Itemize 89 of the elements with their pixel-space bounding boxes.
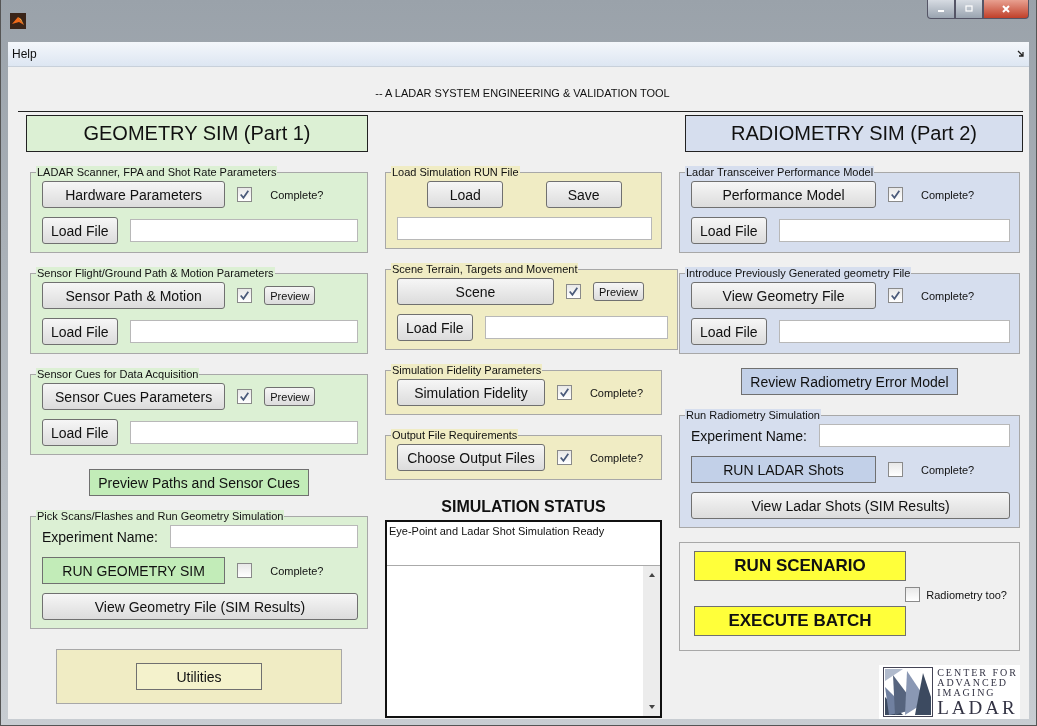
scroll-up-icon[interactable] (647, 572, 656, 578)
checkbox-label: Complete? (270, 564, 324, 577)
action-button[interactable]: View Geometry File (SIM Results) (42, 593, 358, 620)
checkbox[interactable] (237, 288, 253, 303)
checkbox-label: Complete? (589, 451, 644, 464)
action-button[interactable]: Load File (691, 217, 767, 244)
section-header: GEOMETRY SIM (Part 1) (26, 115, 368, 152)
action-button[interactable]: Utilities (136, 663, 262, 690)
input-field[interactable] (129, 320, 358, 343)
maximize-button[interactable] (955, 0, 983, 19)
logo-text: LADAR (937, 697, 1018, 717)
action-button[interactable]: Performance Model (691, 181, 876, 208)
panel-title: Introduce Previously Generated geometry File (685, 267, 912, 279)
status-title: SIMULATION STATUS (440, 498, 607, 516)
panel-title: Pick Scans/Flashes and Run Geometry Simulation (36, 510, 285, 522)
action-button[interactable]: Preview Paths and Sensor Cues (89, 469, 309, 496)
action-button[interactable]: Load File (691, 318, 767, 345)
panel-title: Output File Requirements (391, 429, 519, 441)
panel-title: Sensor Cues for Data Acquisition (36, 368, 200, 380)
checkbox[interactable] (888, 288, 903, 303)
checkbox[interactable] (888, 187, 903, 202)
checkbox-label: Complete? (921, 188, 975, 201)
action-button[interactable]: Sensor Path & Motion (42, 282, 226, 309)
action-button[interactable]: Load (427, 181, 504, 208)
action-button[interactable]: Review Radiometry Error Model (741, 368, 958, 395)
preview-button[interactable]: Preview (264, 286, 316, 305)
menu-item[interactable]: Help (12, 47, 37, 61)
action-button[interactable]: View Geometry File (691, 282, 876, 309)
checkbox[interactable] (905, 587, 921, 602)
field-label: Experiment Name: (42, 528, 158, 545)
checkbox[interactable] (556, 385, 572, 400)
panel-title: Load Simulation RUN File (391, 166, 520, 178)
checkbox-label: Complete? (589, 386, 644, 399)
action-button[interactable]: Hardware Parameters (42, 181, 226, 208)
input-field[interactable] (129, 421, 358, 444)
subtitle: -- A LADAR SYSTEM ENGINEERING & VALIDATION TOOL (374, 86, 671, 101)
checkbox-label: Complete? (270, 188, 324, 201)
input-field[interactable] (778, 320, 1010, 343)
checkbox[interactable] (237, 389, 253, 404)
checkbox[interactable] (888, 462, 903, 477)
action-button[interactable]: View Ladar Shots (SIM Results) (691, 492, 1010, 519)
scrollbar[interactable] (643, 566, 660, 716)
arrow-icon[interactable] (1017, 50, 1025, 58)
maximize-icon (964, 4, 974, 14)
preview-button[interactable]: Preview (592, 282, 645, 301)
input-field[interactable] (778, 219, 1010, 242)
action-button[interactable]: Scene (397, 278, 554, 305)
panel-title: Simulation Fidelity Parameters (391, 364, 543, 376)
checkbox-label: Complete? (921, 463, 975, 476)
input-field[interactable] (397, 217, 652, 240)
preview-button[interactable]: Preview (264, 387, 316, 406)
checkbox[interactable] (237, 187, 253, 202)
run-button[interactable]: RUN SCENARIO (694, 551, 906, 581)
scroll-down-icon[interactable] (647, 704, 656, 710)
field-label: Experiment Name: (691, 427, 807, 444)
action-button[interactable]: Load File (42, 217, 118, 244)
action-button[interactable]: Load File (42, 419, 118, 446)
input-field[interactable] (818, 424, 1010, 447)
action-button[interactable]: Sensor Cues Parameters (42, 383, 226, 410)
checkbox[interactable] (237, 563, 253, 578)
input-field[interactable] (484, 316, 668, 339)
panel-title: LADAR Scanner, FPA and Shot Rate Parameters (36, 166, 278, 178)
checkbox-label: Complete? (921, 289, 975, 302)
checkbox[interactable] (565, 284, 581, 299)
panel-title: Ladar Transceiver Performance Model (685, 166, 875, 178)
action-button[interactable]: Load File (42, 318, 118, 345)
action-button[interactable]: Choose Output Files (397, 444, 545, 471)
input-field[interactable] (129, 219, 358, 242)
minimize-button[interactable] (927, 0, 955, 19)
close-button[interactable] (983, 0, 1029, 19)
panel-title: Run Radiometry Simulation (685, 409, 821, 421)
logo-text: ADVANCED (937, 677, 1009, 688)
input-field[interactable] (169, 525, 358, 548)
close-icon (1001, 4, 1011, 14)
status-message: Eye-Point and Ladar Shot Simulation Ready (387, 522, 660, 566)
section-header: RADIOMETRY SIM (Part 2) (685, 115, 1023, 152)
logo-text: IMAGING (937, 687, 997, 698)
batch-button[interactable]: EXECUTE BATCH (694, 606, 906, 636)
panel-title: Sensor Flight/Ground Path & Motion Parameters (36, 267, 275, 279)
action-button[interactable]: RUN GEOMETRY SIM (42, 557, 226, 584)
checkbox[interactable] (556, 450, 572, 465)
action-button[interactable]: Simulation Fidelity (397, 379, 545, 406)
app-icon (10, 13, 26, 29)
action-button[interactable]: Load File (397, 314, 473, 341)
logo-text: CENTER FOR (937, 667, 1018, 678)
panel-title: Scene Terrain, Targets and Movement (391, 263, 579, 275)
checkbox-label: Radiometry too? (926, 588, 1007, 601)
action-button[interactable]: Save (545, 181, 622, 208)
action-button[interactable]: RUN LADAR Shots (691, 456, 876, 483)
